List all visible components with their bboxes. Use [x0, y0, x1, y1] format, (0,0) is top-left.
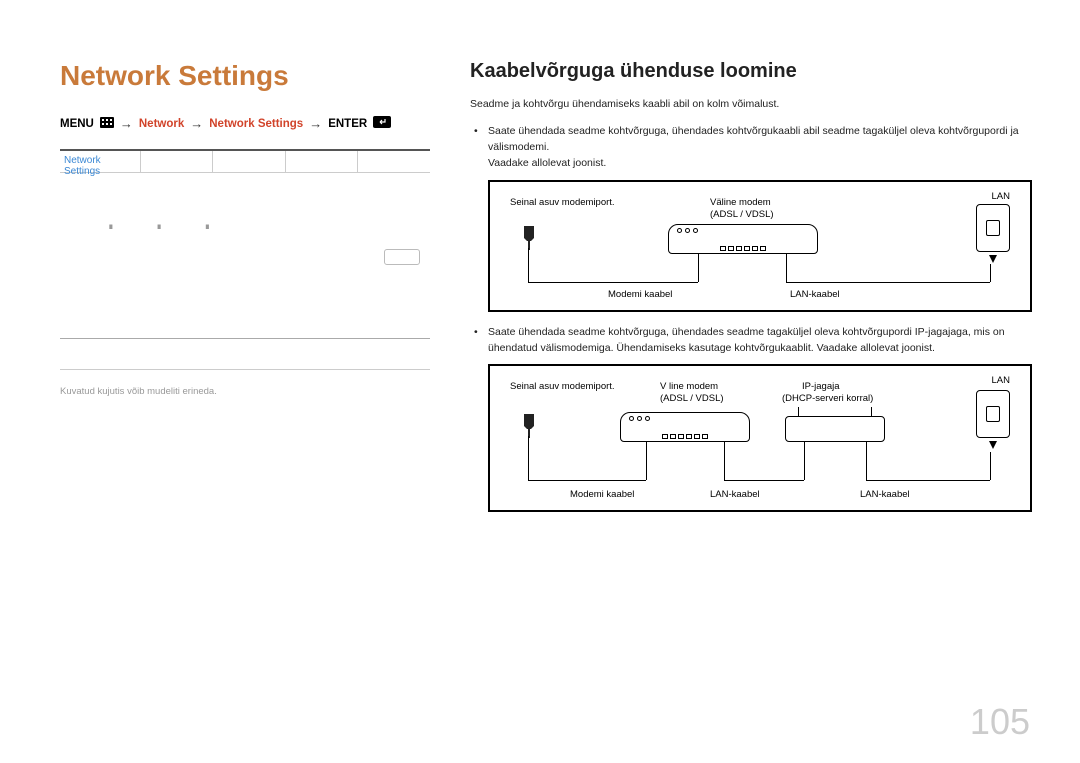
arrow-icon: →	[120, 116, 133, 131]
breadcrumb-network: Network	[139, 118, 184, 130]
plug-icon	[520, 412, 538, 438]
modem-icon	[668, 224, 818, 254]
cable	[990, 452, 991, 480]
panel-tab[interactable]	[213, 151, 286, 172]
cable	[646, 442, 647, 480]
breadcrumb-enter: ENTER	[328, 118, 367, 130]
label-adsl: (ADSL / VDSL)	[660, 392, 724, 407]
page-number: 105	[970, 701, 1030, 743]
section-title: Kaabelvõrguga ühenduse loomine	[470, 60, 1032, 83]
cable	[698, 254, 699, 282]
cable	[786, 282, 990, 283]
cable	[528, 248, 529, 282]
intro-text: Seadme ja kohtvõrgu ühendamiseks kaabli …	[470, 97, 1032, 113]
page-title: Network Settings	[60, 60, 430, 92]
label-adsl: (ADSL / VDSL)	[710, 208, 774, 223]
divider	[60, 369, 430, 370]
label-wall-port: Seinal asuv modemiport.	[510, 380, 615, 395]
cable	[724, 442, 725, 480]
bullet-item: Saate ühendada seadme kohtvõrguga, ühend…	[488, 324, 1032, 513]
bullet-text: Vaadake allolevat joonist.	[488, 157, 606, 169]
settings-panel: Network Settings ∎ ∎ ∎	[60, 149, 430, 339]
menu-grid-icon	[100, 117, 114, 131]
panel-body: ∎ ∎ ∎	[60, 173, 430, 263]
label-lan: LAN	[992, 374, 1010, 389]
label-lan: LAN	[992, 190, 1010, 205]
label-modem-cable: Modemi kaabel	[570, 488, 634, 503]
cable	[804, 442, 805, 480]
panel-tab[interactable]	[358, 151, 430, 172]
breadcrumb-menu: MENU	[60, 118, 94, 130]
cable	[866, 480, 990, 481]
label-modem-cable: Modemi kaabel	[608, 288, 672, 303]
cable	[528, 480, 646, 481]
label-lan-cable: LAN-kaabel	[860, 488, 910, 503]
wiring-diagram-2: Seinal asuv modemiport. V line modem (AD…	[488, 364, 1032, 512]
bullet-text: Saate ühendada seadme kohtvõrguga, ühend…	[488, 125, 1019, 153]
label-wall-port: Seinal asuv modemiport.	[510, 196, 615, 211]
arrow-icon: →	[190, 116, 203, 131]
panel-tab-active[interactable]: Network Settings	[60, 151, 141, 172]
panel-button[interactable]	[384, 249, 420, 265]
wall-jack-icon	[976, 204, 1010, 252]
cable	[724, 480, 804, 481]
label-lan-cable: LAN-kaabel	[710, 488, 760, 503]
cable	[990, 264, 991, 282]
label-dhcp: (DHCP-serveri korral)	[782, 392, 873, 407]
panel-tab[interactable]	[141, 151, 214, 172]
breadcrumb-network-settings: Network Settings	[209, 118, 303, 130]
panel-tabs: Network Settings	[60, 151, 430, 173]
panel-tab[interactable]	[286, 151, 359, 172]
cable	[786, 254, 787, 282]
enter-icon	[373, 116, 391, 131]
plug-icon	[520, 224, 538, 250]
cable	[528, 436, 529, 480]
loading-dots-icon: ∎ ∎ ∎	[108, 221, 230, 232]
modem-icon	[620, 412, 750, 442]
router-icon	[785, 416, 885, 442]
wiring-diagram-1: Seinal asuv modemiport. Väline modem (AD…	[488, 180, 1032, 312]
arrow-icon: →	[309, 116, 322, 131]
bullet-item: Saate ühendada seadme kohtvõrguga, ühend…	[488, 123, 1032, 312]
cable	[866, 442, 867, 480]
bullet-text: Saate ühendada seadme kohtvõrguga, ühend…	[488, 326, 1005, 354]
breadcrumb: MENU → Network → Network Settings → ENTE…	[60, 116, 430, 131]
cable	[528, 282, 698, 283]
wall-jack-icon	[976, 390, 1010, 438]
footnote: Kuvatud kujutis võib mudeliti erineda.	[60, 386, 430, 397]
label-lan-cable: LAN-kaabel	[790, 288, 840, 303]
